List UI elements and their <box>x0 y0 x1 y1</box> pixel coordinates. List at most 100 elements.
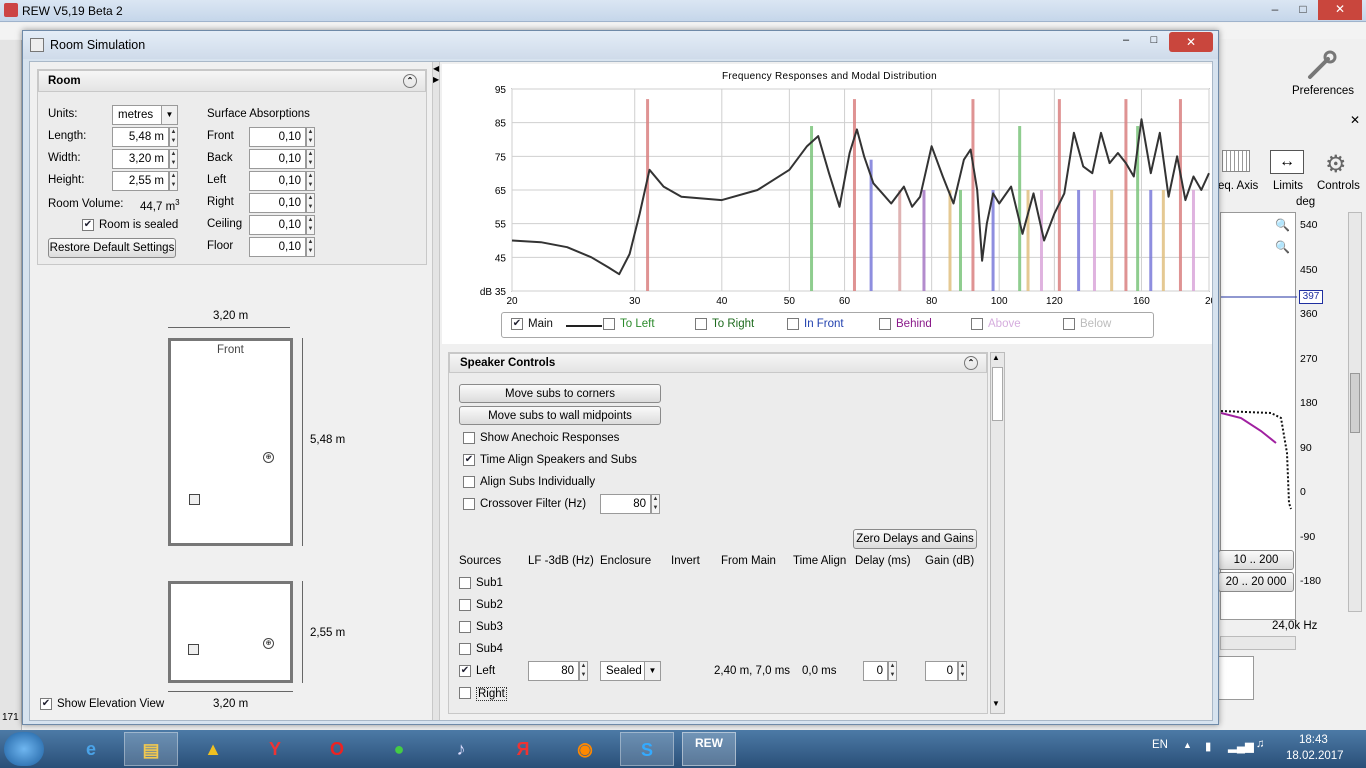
yandex-browser-icon[interactable]: Y <box>248 732 302 766</box>
legend-label-below[interactable]: Below <box>1080 318 1111 330</box>
surface-stepper-ceiling[interactable]: ▲ ▼ <box>306 215 315 235</box>
collapse-right-icon[interactable]: ▶ <box>433 75 439 84</box>
surface-stepper-floor[interactable]: ▲ ▼ <box>306 237 315 257</box>
scroll-down-icon[interactable]: ▼ <box>992 699 1000 708</box>
horizontal-scrollbar[interactable] <box>1220 636 1296 650</box>
legend-checkbox-to-right[interactable] <box>695 318 707 330</box>
gain-field[interactable]: 0 <box>925 661 958 681</box>
zero-delays-button[interactable]: Zero Delays and Gains <box>853 529 977 549</box>
show-elevation-checkbox[interactable]: ✔ <box>40 698 52 710</box>
surface-stepper-front[interactable]: ▲ ▼ <box>306 127 315 147</box>
room-panel-header[interactable]: Room ⌃ <box>38 70 426 92</box>
clock-time[interactable]: 18:43 <box>1299 734 1328 746</box>
volume-icon[interactable]: ♫ <box>1256 738 1265 750</box>
source-checkbox-sub2[interactable] <box>459 599 471 611</box>
sound-icon[interactable]: ♪ <box>434 732 488 766</box>
lang-indicator[interactable]: EN <box>1152 739 1168 751</box>
length-stepper[interactable]: ▲ ▼ <box>169 127 178 147</box>
source-checkbox-sub3[interactable] <box>459 621 471 633</box>
scroll-up-icon[interactable]: ▲ <box>992 353 1000 362</box>
crossover-checkbox[interactable] <box>463 498 475 510</box>
collapse-left-icon[interactable]: ◀ <box>433 64 439 73</box>
splitter[interactable]: ◀ ▶ <box>432 62 440 720</box>
ie-icon[interactable]: e <box>64 732 118 766</box>
surface-stepper-back[interactable]: ▲ ▼ <box>306 149 315 169</box>
collapse-speaker-icon[interactable]: ⌃ <box>964 356 978 370</box>
range-10-200-button[interactable]: 10 .. 200 <box>1218 550 1294 570</box>
rew-taskbar-icon[interactable]: REW <box>682 732 736 766</box>
legend-label-above[interactable]: Above <box>988 318 1021 330</box>
right-scrollbar[interactable] <box>1348 212 1362 612</box>
dialog-minimize-button[interactable]: – <box>1113 34 1139 52</box>
enclosure-select[interactable]: Sealed ▼ <box>600 661 661 681</box>
room-sealed-checkbox[interactable]: ✔ <box>82 219 94 231</box>
signal-icon[interactable]: ▂▄▆ <box>1228 739 1254 753</box>
time-align-checkbox[interactable]: ✔ <box>463 454 475 466</box>
delay-stepper[interactable]: ▲ ▼ <box>888 661 897 681</box>
battery-icon[interactable]: ▮ <box>1205 739 1211 753</box>
clock-date[interactable]: 18.02.2017 <box>1286 750 1344 762</box>
move-subs-midpoints-button[interactable]: Move subs to wall midpoints <box>459 406 661 425</box>
gain-stepper[interactable]: ▲ ▼ <box>958 661 967 681</box>
surface-stepper-left[interactable]: ▲ ▼ <box>306 171 315 191</box>
wrench-icon[interactable] <box>1304 50 1338 80</box>
anechoic-checkbox[interactable] <box>463 432 475 444</box>
zoom-in-icon[interactable]: 🔍 <box>1275 218 1290 232</box>
legend-label-to-right[interactable]: To Right <box>712 318 754 330</box>
chrome-icon[interactable]: ● <box>372 732 426 766</box>
width-field[interactable]: 3,20 m <box>112 149 169 169</box>
width-stepper[interactable]: ▲ ▼ <box>169 149 178 169</box>
height-stepper[interactable]: ▲ ▼ <box>169 171 178 191</box>
source-checkbox-left[interactable]: ✔ <box>459 665 471 677</box>
firefox-icon[interactable]: ◉ <box>558 732 612 766</box>
scroll-thumb[interactable] <box>992 367 1003 421</box>
explorer-icon[interactable]: ▤ <box>124 732 178 766</box>
source-checkbox-right[interactable] <box>459 687 471 699</box>
surface-field-left[interactable]: 0,10 <box>249 171 306 191</box>
range-20-20000-button[interactable]: 20 .. 20 000 <box>1218 572 1294 592</box>
skype-icon[interactable]: S <box>620 732 674 766</box>
yandex-icon[interactable]: Я <box>496 732 550 766</box>
maximize-button[interactable]: □ <box>1290 0 1316 20</box>
limits-icon[interactable]: ↔ <box>1270 150 1304 174</box>
legend-label-in-front[interactable]: In Front <box>804 318 844 330</box>
opera-icon[interactable]: O <box>310 732 364 766</box>
freq-axis-label[interactable]: eq. Axis <box>1218 180 1258 192</box>
crossover-stepper[interactable]: ▲ ▼ <box>651 494 660 514</box>
sub-speaker-icon[interactable] <box>189 494 200 505</box>
collapse-room-icon[interactable]: ⌃ <box>403 74 417 88</box>
archicad-icon[interactable]: ▲ <box>186 732 240 766</box>
surface-field-floor[interactable]: 0,10 <box>249 237 306 257</box>
legend-checkbox-below[interactable] <box>1063 318 1075 330</box>
speaker-scrollbar[interactable]: ▲ ▼ <box>990 352 1005 714</box>
main-speaker-icon[interactable]: ⊕ <box>263 452 274 463</box>
preferences-label[interactable]: Preferences <box>1292 85 1354 97</box>
dialog-maximize-button[interactable]: □ <box>1141 34 1167 52</box>
units-select[interactable]: metres ▼ <box>112 105 178 125</box>
close-button[interactable]: ✕ <box>1318 0 1362 20</box>
surface-field-ceiling[interactable]: 0,10 <box>249 215 306 235</box>
legend-checkbox-main[interactable]: ✔ <box>511 318 523 330</box>
dialog-close-button[interactable]: ✕ <box>1169 32 1213 52</box>
surface-field-front[interactable]: 0,10 <box>249 127 306 147</box>
legend-checkbox-above[interactable] <box>971 318 983 330</box>
restore-defaults-button[interactable]: Restore Default Settings <box>48 238 176 258</box>
length-field[interactable]: 5,48 m <box>112 127 169 147</box>
main-elevation-icon[interactable]: ⊕ <box>263 638 274 649</box>
gear-icon[interactable]: ⚙ <box>1325 150 1347 179</box>
surface-field-back[interactable]: 0,10 <box>249 149 306 169</box>
source-checkbox-sub4[interactable] <box>459 643 471 655</box>
delay-field[interactable]: 0 <box>863 661 888 681</box>
lf-3db-stepper[interactable]: ▲ ▼ <box>579 661 588 681</box>
align-subs-checkbox[interactable] <box>463 476 475 488</box>
zoom-out-icon[interactable]: 🔍 <box>1275 240 1290 254</box>
speaker-controls-header[interactable]: Speaker Controls ⌃ <box>449 353 987 373</box>
move-subs-corners-button[interactable]: Move subs to corners <box>459 384 661 403</box>
height-field[interactable]: 2,55 m <box>112 171 169 191</box>
surface-field-right[interactable]: 0,10 <box>249 193 306 213</box>
frequency-response-chart[interactable]: 20 30 40 50 60 80 100 120 160 200 Hz 95 85 75 65 55 45 d… <box>442 64 1212 344</box>
limits-label[interactable]: Limits <box>1273 180 1303 192</box>
sub-elevation-icon[interactable] <box>188 644 199 655</box>
legend-label-to-left[interactable]: To Left <box>620 318 655 330</box>
room-elevation-outline[interactable]: ⊕ <box>168 581 293 683</box>
